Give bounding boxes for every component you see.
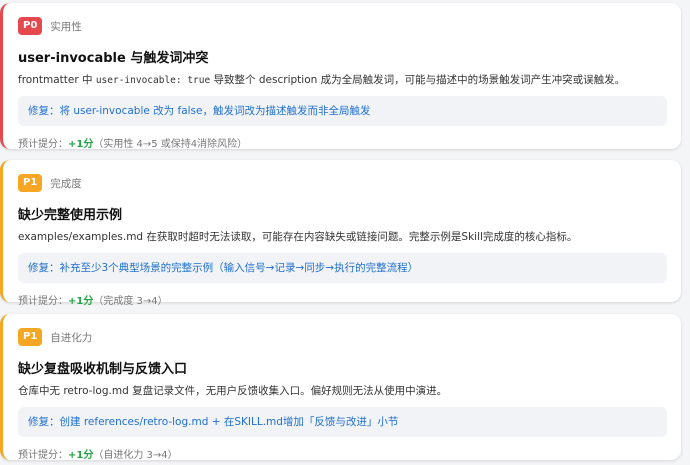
fix-suggestion: 修复：创建 references/retro-log.md + 在SKILL.m… [18,407,667,437]
gain-points: +1分 [68,139,94,150]
issue-list: P0 实用性 user-invocable 与触发词冲突 frontmatter… [0,0,690,465]
issue-title: 缺少完整使用示例 [18,208,123,223]
gain-points: +1分 [68,450,94,461]
score-gain: 预计提分：+1分（完成度 3→4） [18,292,667,307]
issue-description: frontmatter 中 user-invocable: true 导致整个 … [18,73,667,88]
code-snippet: user-invocable: true [95,75,211,86]
gain-points: +1分 [68,296,94,307]
issue-header: P1 完成度 [18,173,667,193]
gain-note: （完成度 3→4） [93,296,168,307]
score-gain: 预计提分：+1分（实用性 4→5 或保持4消除风险） [18,135,667,150]
gain-label: 预计提分： [18,450,68,461]
issue-card: P0 实用性 user-invocable 与触发词冲突 frontmatter… [0,3,681,150]
category-label: 实用性 [50,20,82,33]
issue-description: examples/examples.md 在获取时超时无法读取，可能存在内容缺失… [18,231,578,243]
gain-label: 预计提分： [18,139,68,150]
description-text: frontmatter 中 [18,74,96,86]
gain-note: （实用性 4→5 或保持4消除风险） [93,139,248,150]
description-text: 导致整个 description 成为全局触发词，可能与描述中的场景触发词产生冲… [210,74,626,86]
issue-title: user-invocable 与触发词冲突 [18,51,209,66]
issue-title: 缺少复盘吸收机制与反馈入口 [18,362,188,377]
fix-suggestion: 修复：补充至少3个典型场景的完整示例（输入信号→记录→同步→执行的完整流程） [18,253,667,283]
priority-badge: P1 [18,328,43,346]
score-gain: 预计提分：+1分（自进化力 3→4） [18,446,667,461]
gain-note: （自进化力 3→4） [93,450,178,461]
issue-header: P1 自进化力 [18,327,667,347]
gain-label: 预计提分： [18,296,68,307]
fix-suggestion: 修复：将 user-invocable 改为 false，触发词改为描述触发而非… [18,96,667,126]
issue-card: P1 完成度 缺少完整使用示例 examples/examples.md 在获取… [0,160,681,307]
priority-badge: P0 [18,17,43,35]
issue-description: 仓库中无 retro-log.md 复盘记录文件，无用户反馈收集入口。偏好规则无… [18,385,448,397]
issue-header: P0 实用性 [18,16,667,36]
issue-card: P1 自进化力 缺少复盘吸收机制与反馈入口 仓库中无 retro-log.md … [0,314,681,461]
category-label: 自进化力 [50,331,93,344]
priority-badge: P1 [18,174,43,192]
category-label: 完成度 [50,177,82,190]
